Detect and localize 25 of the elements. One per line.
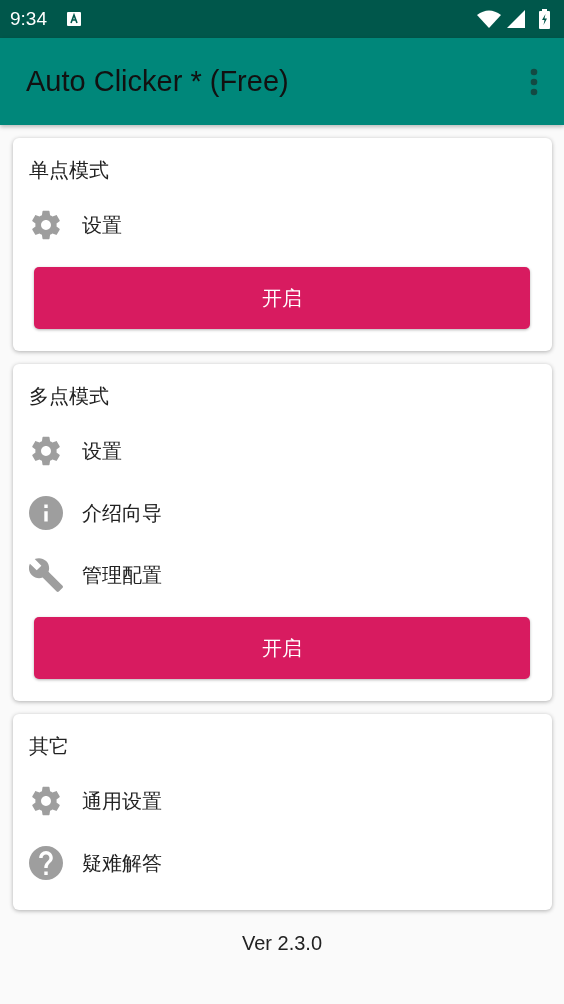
- app-title: Auto Clicker * (Free): [26, 65, 290, 98]
- start-button[interactable]: 开启: [34, 267, 530, 329]
- card-title: 多点模式: [29, 384, 110, 409]
- gear-icon: [29, 784, 63, 818]
- help-icon: [29, 846, 63, 880]
- status-time: 9:34: [10, 8, 47, 30]
- start-button[interactable]: 开启: [34, 617, 530, 679]
- menu-item[interactable]: 管理配置: [82, 561, 162, 589]
- wrench-icon: [29, 558, 63, 592]
- card-title: 单点模式: [29, 158, 110, 183]
- card-title: 其它: [29, 734, 70, 759]
- notification-icon: [67, 12, 81, 26]
- signal-icon: [507, 10, 525, 28]
- menu-item[interactable]: 设置: [82, 211, 122, 239]
- menu-item[interactable]: 疑难解答: [82, 849, 162, 877]
- wifi-icon: [477, 10, 501, 28]
- menu-item[interactable]: 设置: [82, 437, 122, 465]
- gear-icon: [29, 434, 63, 468]
- battery-icon: [539, 9, 550, 29]
- info-icon: [29, 496, 63, 530]
- menu-item[interactable]: 通用设置: [82, 787, 162, 815]
- more-options-icon[interactable]: [530, 67, 538, 96]
- gear-icon: [29, 208, 63, 242]
- menu-item[interactable]: 介绍向导: [82, 499, 162, 527]
- version-text: Ver 2.3.0: [241, 932, 323, 954]
